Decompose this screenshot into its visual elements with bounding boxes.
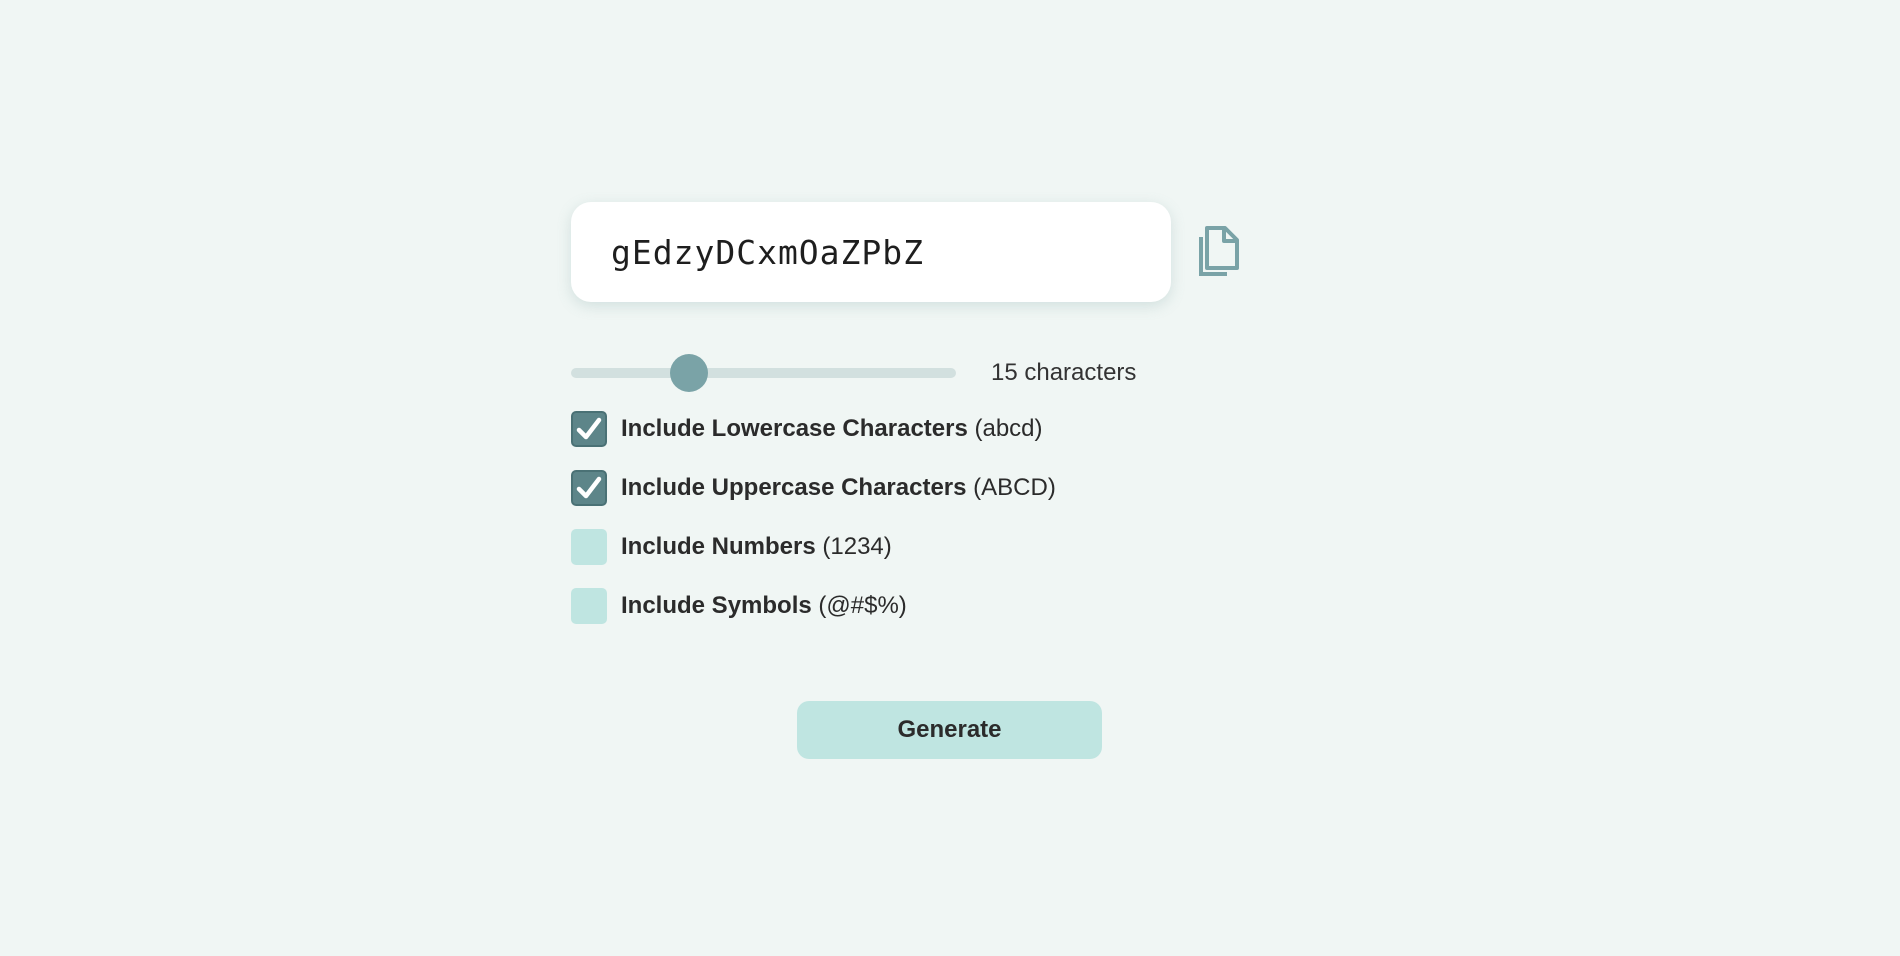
- option-lowercase-label: Include Lowercase Characters: [621, 415, 968, 442]
- symbols-checkbox[interactable]: [571, 588, 607, 624]
- password-generator: gEdzyDCxmOaZPbZ 15 characters Include Lo…: [571, 202, 1271, 759]
- option-numbers-hint: (1234): [815, 533, 892, 560]
- uppercase-checkbox[interactable]: [571, 470, 607, 506]
- option-symbols-text: Include Symbols (@#$%): [621, 592, 907, 620]
- numbers-checkbox[interactable]: [571, 529, 607, 565]
- option-uppercase[interactable]: Include Uppercase Characters (ABCD): [571, 470, 1271, 506]
- copy-button[interactable]: [1193, 224, 1241, 280]
- option-symbols-label: Include Symbols: [621, 592, 812, 619]
- option-uppercase-text: Include Uppercase Characters (ABCD): [621, 474, 1056, 502]
- option-uppercase-label: Include Uppercase Characters: [621, 474, 967, 501]
- length-slider-row: 15 characters: [571, 353, 1271, 393]
- options-list: Include Lowercase Characters (abcd) Incl…: [571, 411, 1271, 624]
- length-label: 15 characters: [991, 359, 1137, 386]
- password-row: gEdzyDCxmOaZPbZ: [571, 202, 1271, 302]
- option-symbols[interactable]: Include Symbols (@#$%): [571, 588, 1271, 624]
- option-symbols-hint: (@#$%): [811, 592, 907, 619]
- option-lowercase-text: Include Lowercase Characters (abcd): [621, 415, 1043, 443]
- option-numbers[interactable]: Include Numbers (1234): [571, 529, 1271, 565]
- length-slider-thumb[interactable]: [669, 354, 708, 392]
- generate-button[interactable]: Generate: [797, 701, 1102, 759]
- option-numbers-label: Include Numbers: [621, 533, 816, 560]
- checkmark-icon: [576, 417, 602, 440]
- lowercase-checkbox[interactable]: [571, 411, 607, 447]
- length-slider[interactable]: [571, 354, 956, 392]
- option-lowercase-hint: (abcd): [967, 415, 1043, 442]
- password-text[interactable]: gEdzyDCxmOaZPbZ: [611, 233, 924, 272]
- password-output-field[interactable]: gEdzyDCxmOaZPbZ: [571, 202, 1171, 302]
- option-uppercase-hint: (ABCD): [966, 474, 1056, 501]
- option-lowercase[interactable]: Include Lowercase Characters (abcd): [571, 411, 1271, 447]
- copy-icon: [1199, 226, 1239, 276]
- option-numbers-text: Include Numbers (1234): [621, 533, 892, 561]
- checkmark-icon: [576, 476, 602, 499]
